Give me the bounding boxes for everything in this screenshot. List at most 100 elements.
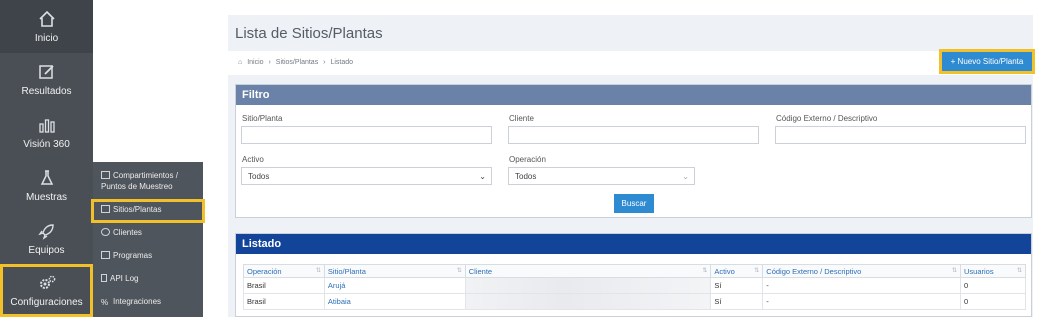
table-row: Brasil Arujá Sí - 0 bbox=[243, 277, 1026, 294]
column-codigo[interactable]: Código Externo / Descriptivo ⇅ bbox=[762, 264, 961, 278]
main-content: Lista de Sitios/Plantas ⌂ Inicio › Sitio… bbox=[228, 15, 1035, 317]
sort-icon: ⇅ bbox=[315, 268, 321, 274]
listado-panel: Listado Operación ⇅ Sitio/Planta ⇅ Cliente… bbox=[235, 233, 1032, 317]
breadcrumb: ⌂ Inicio › Sitios/Plantas › Listado bbox=[228, 51, 1033, 75]
sitio-input[interactable] bbox=[241, 126, 492, 144]
gears-icon bbox=[39, 275, 55, 289]
cell-sitio-link[interactable]: Arujá bbox=[323, 277, 466, 294]
activo-value: Todos bbox=[248, 172, 270, 181]
column-sitio[interactable]: Sitio/Planta ⇅ bbox=[323, 264, 466, 278]
cell-operacion: Brasil bbox=[243, 277, 325, 294]
column-cliente[interactable]: Cliente ⇅ bbox=[464, 264, 712, 278]
cell-activo: Sí bbox=[710, 293, 764, 310]
breadcrumb-inicio[interactable]: Inicio bbox=[247, 59, 263, 66]
operacion-value: Todos bbox=[515, 172, 537, 181]
chevron-right-icon: › bbox=[268, 59, 271, 66]
cell-codigo: - bbox=[762, 277, 961, 294]
cell-usuarios: 0 bbox=[960, 293, 1026, 310]
image-icon bbox=[101, 171, 110, 179]
submenu-item-compartimientos[interactable]: Compartimientos / Puntos de Muestreo bbox=[93, 170, 203, 192]
sidebar-item-resultados[interactable]: Resultados bbox=[0, 53, 93, 106]
cell-sitio-link[interactable]: Atibaia bbox=[323, 293, 466, 310]
cliente-input[interactable] bbox=[508, 126, 759, 144]
column-label: Cliente bbox=[468, 266, 493, 276]
home-icon: ⌂ bbox=[238, 59, 243, 66]
cliente-label: Cliente bbox=[509, 114, 534, 123]
submenu-item-label: Sitios/Plantas bbox=[113, 205, 162, 214]
home-icon bbox=[38, 10, 55, 27]
new-site-button[interactable]: + Nuevo Sitio/Planta bbox=[939, 49, 1035, 74]
sort-icon: ⇅ bbox=[951, 268, 957, 274]
cell-cliente bbox=[464, 293, 712, 310]
cell-codigo: - bbox=[762, 293, 961, 310]
sidebar-item-vision-360[interactable]: Visión 360 bbox=[0, 106, 93, 159]
submenu-item-label: Compartimientos / bbox=[113, 171, 178, 180]
image-icon bbox=[101, 205, 110, 213]
sidebar-item-label: Resultados bbox=[21, 86, 72, 97]
submenu-item-label: API Log bbox=[110, 274, 139, 283]
submenu-item-api-log[interactable]: API Log bbox=[93, 273, 203, 284]
sidebar-item-label: Equipos bbox=[28, 245, 65, 256]
submenu-item-programas[interactable]: Programas bbox=[93, 250, 203, 261]
sidebar-item-muestras[interactable]: Muestras bbox=[0, 159, 93, 212]
column-label: Usuarios bbox=[964, 266, 994, 276]
link-icon: % bbox=[101, 298, 109, 307]
column-usuarios[interactable]: Usuarios ⇅ bbox=[960, 264, 1026, 278]
sort-icon: ⇅ bbox=[702, 268, 708, 274]
column-operacion[interactable]: Operación ⇅ bbox=[243, 264, 325, 278]
activo-select[interactable]: Todos ⌄ bbox=[241, 167, 492, 185]
cell-operacion: Brasil bbox=[243, 293, 325, 310]
breadcrumb-listado: Listado bbox=[330, 59, 354, 66]
users-icon bbox=[101, 228, 110, 236]
breadcrumb-sitios[interactable]: Sitios/Plantas bbox=[276, 59, 318, 66]
column-label: Operación bbox=[247, 266, 282, 276]
sidebar-item-label: Visión 360 bbox=[23, 139, 70, 150]
chevron-down-icon: ⌄ bbox=[682, 172, 689, 181]
listado-title: Listado bbox=[236, 234, 1031, 254]
sidebar-item-inicio[interactable]: Inicio bbox=[0, 0, 93, 53]
filter-title: Filtro bbox=[236, 85, 1031, 105]
chevron-down-icon: ⌄ bbox=[479, 172, 486, 181]
configuraciones-submenu: Compartimientos / Puntos de Muestreo Sit… bbox=[91, 162, 205, 317]
column-activo[interactable]: Activo ⇅ bbox=[710, 264, 764, 278]
edit-icon bbox=[38, 65, 54, 79]
filter-panel: Filtro Sitio/Planta Cliente Código Exter… bbox=[235, 84, 1032, 218]
sidebar: Inicio Resultados Visión 360 Muestras Eq… bbox=[0, 0, 93, 317]
cell-usuarios: 0 bbox=[960, 277, 1026, 294]
table-row: Brasil Atibaia Sí - 0 bbox=[243, 293, 1026, 310]
cell-activo: Sí bbox=[710, 277, 764, 294]
submenu-item-label: Clientes bbox=[113, 228, 142, 237]
rocket-icon bbox=[37, 224, 54, 240]
file-icon bbox=[101, 274, 107, 282]
bar-chart-icon bbox=[38, 119, 55, 133]
submenu-item-sitios-plantas[interactable]: Sitios/Plantas bbox=[91, 199, 205, 223]
sidebar-item-configuraciones[interactable]: Configuraciones bbox=[0, 264, 93, 317]
sidebar-item-equipos[interactable]: Equipos bbox=[0, 212, 93, 265]
sites-table: Operación ⇅ Sitio/Planta ⇅ Cliente ⇅ Activo… bbox=[243, 264, 1026, 310]
column-label: Código Externo / Descriptivo bbox=[766, 266, 862, 276]
image-icon bbox=[101, 251, 110, 259]
codigo-label: Código Externo / Descriptivo bbox=[776, 114, 878, 123]
chevron-right-icon: › bbox=[323, 59, 326, 66]
sidebar-item-label: Inicio bbox=[34, 33, 59, 44]
submenu-item-label: Integraciones bbox=[113, 297, 162, 306]
activo-label: Activo bbox=[242, 155, 264, 164]
sort-icon: ⇅ bbox=[1016, 268, 1022, 274]
search-button[interactable]: Buscar bbox=[614, 194, 654, 213]
sort-icon: ⇅ bbox=[754, 268, 760, 274]
sitio-label: Sitio/Planta bbox=[242, 114, 283, 123]
cell-cliente bbox=[464, 277, 712, 294]
submenu-item-clientes[interactable]: Clientes bbox=[93, 227, 203, 238]
sidebar-item-label: Muestras bbox=[25, 192, 68, 203]
sidebar-item-label: Configuraciones bbox=[10, 297, 83, 308]
submenu-item-label-line2: Puntos de Muestreo bbox=[101, 182, 173, 191]
codigo-input[interactable] bbox=[775, 126, 1026, 144]
sort-icon: ⇅ bbox=[456, 268, 462, 274]
operacion-select[interactable]: Todos ⌄ bbox=[508, 167, 695, 185]
operacion-label: Operación bbox=[509, 155, 546, 164]
column-label: Sitio/Planta bbox=[327, 266, 366, 276]
column-label: Activo bbox=[714, 266, 735, 276]
submenu-item-label: Programas bbox=[113, 251, 153, 260]
page-title: Lista de Sitios/Plantas bbox=[235, 25, 383, 42]
submenu-item-integraciones[interactable]: % Integraciones bbox=[93, 296, 203, 307]
